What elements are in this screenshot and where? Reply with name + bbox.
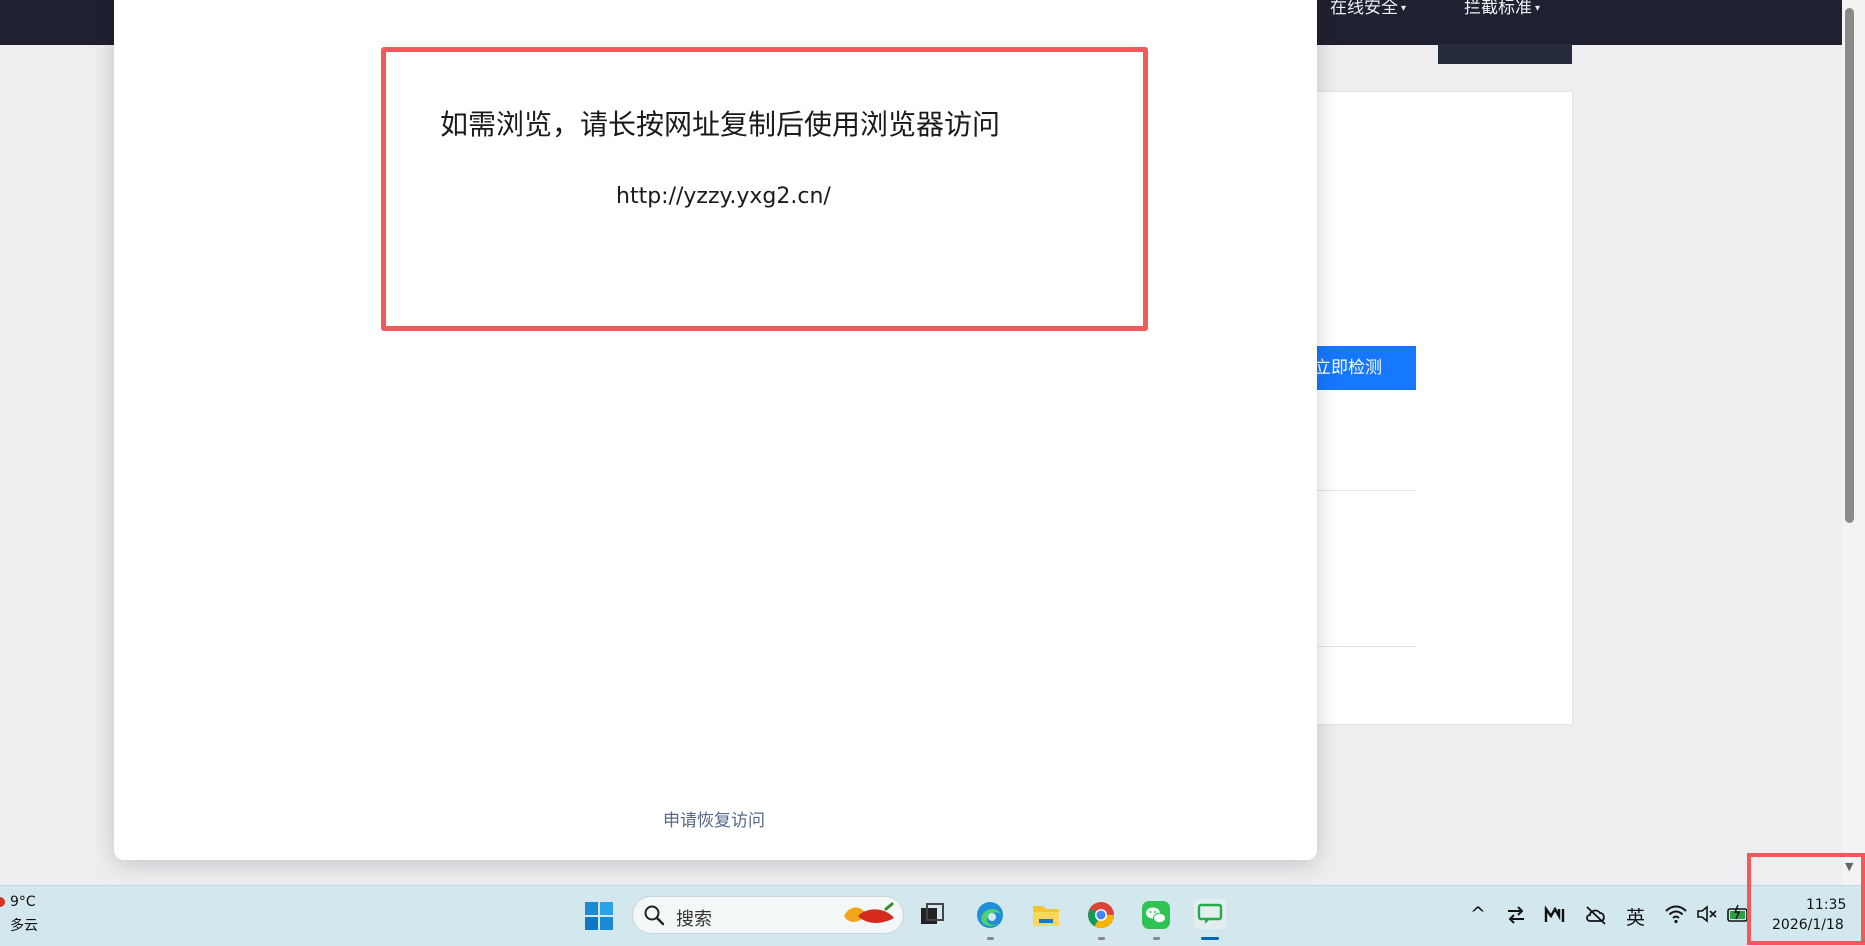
caret-down-icon: ▾ xyxy=(1401,3,1407,14)
cloud-off-icon[interactable] xyxy=(1584,904,1608,926)
nav-item-online-security[interactable]: 在线安全 ▾ xyxy=(1330,0,1406,45)
search-icon xyxy=(644,905,665,926)
wifi-icon[interactable] xyxy=(1664,904,1688,924)
divider xyxy=(1305,646,1416,647)
transfer-arrows-icon[interactable] xyxy=(1506,906,1526,924)
nav-item-label: 拦截标准 xyxy=(1464,0,1532,18)
weather-temperature[interactable]: 9°C xyxy=(10,894,36,910)
chili-pepper-icon xyxy=(844,902,894,923)
file-explorer-icon[interactable] xyxy=(1031,901,1061,929)
active-app-indicator xyxy=(1201,937,1219,940)
running-indicator xyxy=(987,937,994,940)
edge-browser-icon[interactable] xyxy=(975,900,1005,930)
notice-title: 如需浏览，请长按网址复制后使用浏览器访问 xyxy=(440,108,1001,141)
app-tray-icon[interactable] xyxy=(1544,906,1566,924)
nav-item-label: 在线安全 xyxy=(1330,0,1398,18)
volume-muted-icon[interactable] xyxy=(1696,905,1718,923)
background-card xyxy=(1305,91,1573,725)
nav-item-block-standard[interactable]: 拦截标准 ▾ xyxy=(1464,0,1540,45)
caret-down-icon: ▾ xyxy=(1535,3,1541,14)
restore-access-link[interactable]: 申请恢复访问 xyxy=(663,806,765,831)
task-view-icon[interactable] xyxy=(919,902,945,928)
notice-url: http://yzzy.yxg2.cn/ xyxy=(616,184,831,209)
show-hidden-icons-chevron-icon[interactable]: ^ xyxy=(1470,903,1486,925)
wechat-icon[interactable] xyxy=(1141,900,1171,930)
chrome-browser-icon[interactable] xyxy=(1086,900,1116,930)
running-indicator xyxy=(1098,937,1105,940)
divider xyxy=(1305,490,1416,491)
scrollbar-thumb[interactable] xyxy=(1845,8,1854,523)
start-windows-icon[interactable] xyxy=(584,901,614,931)
detect-button[interactable]: 立即检测 xyxy=(1305,346,1416,390)
ime-language-indicator[interactable]: 英 xyxy=(1626,903,1645,930)
clock-highlight-box xyxy=(1747,853,1865,945)
nav-dropdown-menu xyxy=(1438,44,1572,64)
search-placeholder: 搜索 xyxy=(676,909,712,930)
running-indicator xyxy=(1153,937,1160,940)
weather-description[interactable]: 多云 xyxy=(10,915,38,935)
message-app-icon[interactable] xyxy=(1193,898,1227,930)
